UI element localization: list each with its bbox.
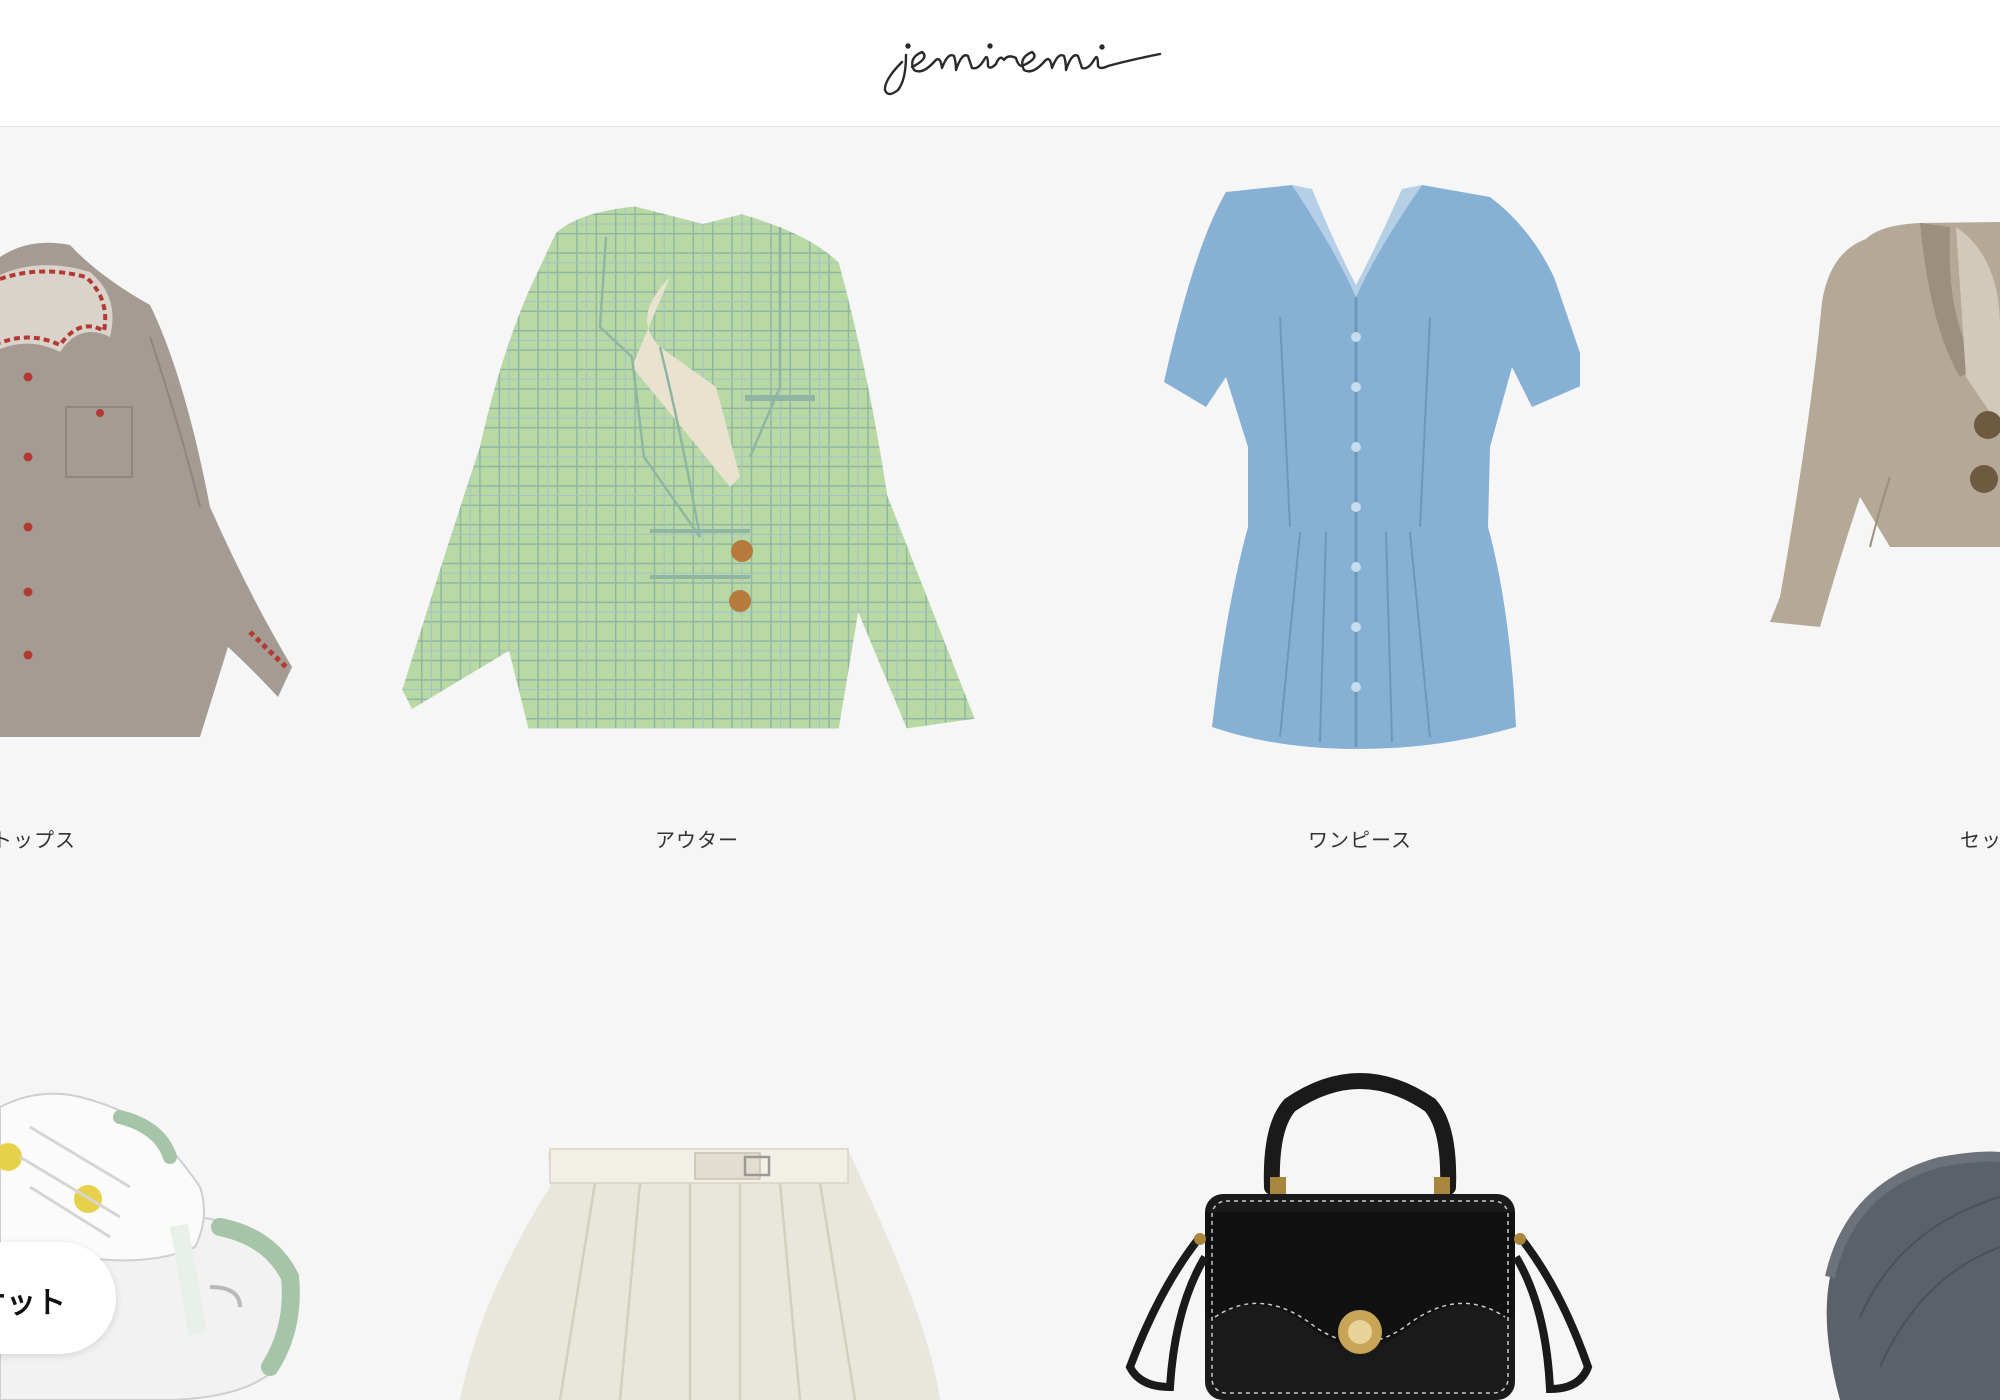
floating-action-label: ケット (0, 1286, 66, 1321)
floating-action-button[interactable]: ケット (0, 1242, 116, 1354)
newsboy-cap-image (1825, 1151, 2000, 1400)
category-card-outer[interactable]: アウター (400, 127, 990, 867)
beige-jacket-image (1770, 222, 2000, 627)
category-card-skirt[interactable] (440, 997, 960, 1400)
site-header: jemiremi (0, 0, 2000, 127)
plaid-blazer-image (402, 206, 975, 729)
blouse-image (0, 242, 292, 737)
pleated-skirt-image (460, 1148, 940, 1400)
category-card-onepiece[interactable]: ワンピース (1140, 127, 1580, 867)
handbag-image (1125, 1073, 1593, 1400)
category-label: アウター (655, 828, 739, 852)
category-label: ワンピース (1308, 828, 1412, 852)
category-label: セッ (1960, 828, 2000, 852)
category-card-hat[interactable] (1800, 1077, 2000, 1400)
category-card-set[interactable]: セッ (1770, 127, 2000, 867)
denim-dress-image (1164, 185, 1580, 749)
category-grid: トップス アウター ワンピース セッ (0, 127, 2000, 1400)
logo-script-graphic (883, 43, 1162, 96)
category-card-tops[interactable]: トップス (0, 127, 330, 867)
category-label: トップス (0, 828, 76, 852)
category-card-bag[interactable] (1080, 987, 1620, 1400)
brand-logo[interactable]: jemiremi (0, 0, 2000, 126)
